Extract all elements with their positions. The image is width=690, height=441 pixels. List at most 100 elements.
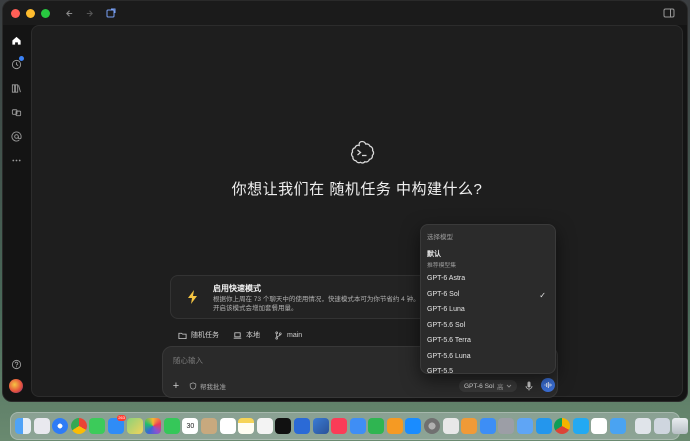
sidebar-item-activity[interactable] <box>7 55 25 73</box>
model-selector-button[interactable]: GPT-6 Sol 高 <box>459 380 518 392</box>
appletv-icon[interactable] <box>275 418 292 434</box>
environment-selector[interactable]: 本地 <box>233 330 260 340</box>
reminders-icon[interactable] <box>219 418 236 434</box>
chrome-icon[interactable] <box>70 418 87 434</box>
contacts-icon[interactable] <box>200 418 217 434</box>
model-option[interactable]: GPT-5.6 Sol <box>427 318 549 334</box>
notes-icon[interactable] <box>238 418 255 434</box>
mail-icon[interactable]: 263 <box>107 415 126 434</box>
back-button[interactable] <box>62 6 76 20</box>
new-chat-button[interactable] <box>104 6 118 20</box>
model-option[interactable]: GPT-5.5 <box>427 364 549 380</box>
minimize-window-button[interactable] <box>26 8 35 18</box>
model-menu-header: 选择模型 <box>427 234 453 241</box>
photos-icon[interactable] <box>145 418 162 434</box>
context-row: 随机任务 本地 main <box>178 328 302 342</box>
terminal-cloud-icon <box>350 140 375 164</box>
notification-dot <box>19 56 24 61</box>
more-icon <box>11 159 21 161</box>
sidebar-item-more[interactable] <box>7 151 25 169</box>
forward-button[interactable] <box>82 6 96 20</box>
arrow-right-icon <box>86 9 93 17</box>
calendar-day: 30 <box>186 423 195 430</box>
maps-icon[interactable] <box>126 418 143 434</box>
podcasts-icon[interactable] <box>293 418 310 434</box>
close-window-button[interactable] <box>11 8 20 18</box>
sidebar <box>3 25 29 401</box>
chrome-canary-icon[interactable] <box>554 418 571 434</box>
iphone-mirroring-icon[interactable] <box>442 418 459 434</box>
folder-icon <box>178 332 187 339</box>
model-option-default-sub: 推荐模型集 <box>427 263 456 269</box>
model-option-default-label: 默认 <box>427 251 441 258</box>
speed-mode-card[interactable]: 启用快速模式 根据你上周在 73 个聊天中的使用情况，快速模式本可为你节省约 4… <box>170 275 430 319</box>
xcode-icon[interactable] <box>479 418 496 434</box>
page-title: 你想让我们在 随机任务 中构建什么? <box>231 181 483 198</box>
voice-send-button[interactable] <box>541 378 555 392</box>
title-bar <box>3 1 687 25</box>
laptop-icon <box>233 331 242 339</box>
keynote-icon[interactable] <box>349 418 366 434</box>
docker-icon[interactable] <box>535 418 552 434</box>
sidebar-item-help[interactable] <box>7 355 25 373</box>
mail-badge: 263 <box>117 415 126 421</box>
facetime-icon[interactable] <box>163 418 180 434</box>
codex-icon[interactable] <box>591 418 608 434</box>
approval-mode-button[interactable]: 帮我批准 <box>189 381 226 391</box>
git-branch-icon <box>275 331 282 339</box>
freeform-icon[interactable] <box>256 418 273 434</box>
microphone-icon[interactable] <box>525 381 533 391</box>
preview-icon[interactable] <box>517 418 534 434</box>
books-icon[interactable] <box>461 418 478 434</box>
dock: 263 30 <box>10 412 689 440</box>
pages-icon[interactable] <box>386 418 403 434</box>
launchpad-icon[interactable] <box>33 418 50 434</box>
branch-label: main <box>287 331 303 339</box>
prompt-input[interactable] <box>171 353 411 367</box>
add-attachment-button[interactable]: + <box>171 381 181 392</box>
arrow-left-icon <box>65 9 72 17</box>
appstore-icon[interactable] <box>405 418 422 434</box>
shortcuts-icon[interactable] <box>312 418 329 434</box>
library-icon <box>11 83 21 93</box>
messages-icon[interactable] <box>89 418 106 434</box>
calendar-icon[interactable]: 30 <box>182 418 199 434</box>
model-option-default[interactable]: 默认 推荐模型集 <box>427 247 549 271</box>
sidebar-item-home[interactable] <box>7 31 25 49</box>
speed-mode-description: 根据你上周在 73 个聊天中的使用情况，快速模式本可为你节省约 4 钟。开启该模… <box>213 296 420 312</box>
window-controls <box>11 8 50 18</box>
vscode-icon[interactable] <box>572 418 589 434</box>
puzzle-icon <box>11 108 21 116</box>
branch-selector[interactable]: main <box>274 331 302 340</box>
settings-icon[interactable] <box>424 418 441 434</box>
model-menu: 选择模型 默认 推荐模型集 GPT-6 Astra GPT-6 Sol ✓ GPT… <box>420 224 556 375</box>
model-option[interactable]: GPT-6 Luna <box>427 302 549 318</box>
main-panel: 你想让我们在 随机任务 中构建什么? 启用快速模式 根据你上周在 73 个聊天中… <box>31 25 683 398</box>
simulator-icon[interactable] <box>498 418 515 434</box>
reasoning-level-label: 高 <box>496 384 504 391</box>
compose-icon <box>106 8 116 18</box>
project-selector[interactable]: 随机任务 <box>178 330 219 340</box>
model-option[interactable]: GPT-6 Astra <box>427 271 549 287</box>
sidebar-item-library[interactable] <box>7 79 25 97</box>
sidebar-item-mentions[interactable] <box>7 127 25 145</box>
model-option[interactable]: GPT-5.6 Luna <box>427 349 549 365</box>
music-icon[interactable] <box>331 418 348 434</box>
downloads-stack-icon[interactable] <box>635 418 652 434</box>
approval-mode-label: 帮我批准 <box>200 384 226 391</box>
mail-app-icon[interactable] <box>610 418 626 434</box>
sidebar-toggle-button[interactable] <box>663 6 677 20</box>
trash-icon[interactable] <box>672 418 689 434</box>
documents-stack-icon[interactable] <box>653 418 670 434</box>
avatar[interactable] <box>9 379 23 393</box>
model-option[interactable]: GPT-5.6 Terra <box>427 333 549 349</box>
numbers-icon[interactable] <box>368 418 385 434</box>
safari-icon[interactable] <box>52 418 69 434</box>
maximize-window-button[interactable] <box>41 8 50 18</box>
help-icon <box>11 359 21 369</box>
shield-icon <box>189 382 197 390</box>
lightning-icon <box>188 290 197 304</box>
sidebar-item-plugins[interactable] <box>7 103 25 121</box>
finder-icon[interactable] <box>15 418 31 434</box>
model-option-selected[interactable]: GPT-6 Sol ✓ <box>427 287 549 303</box>
